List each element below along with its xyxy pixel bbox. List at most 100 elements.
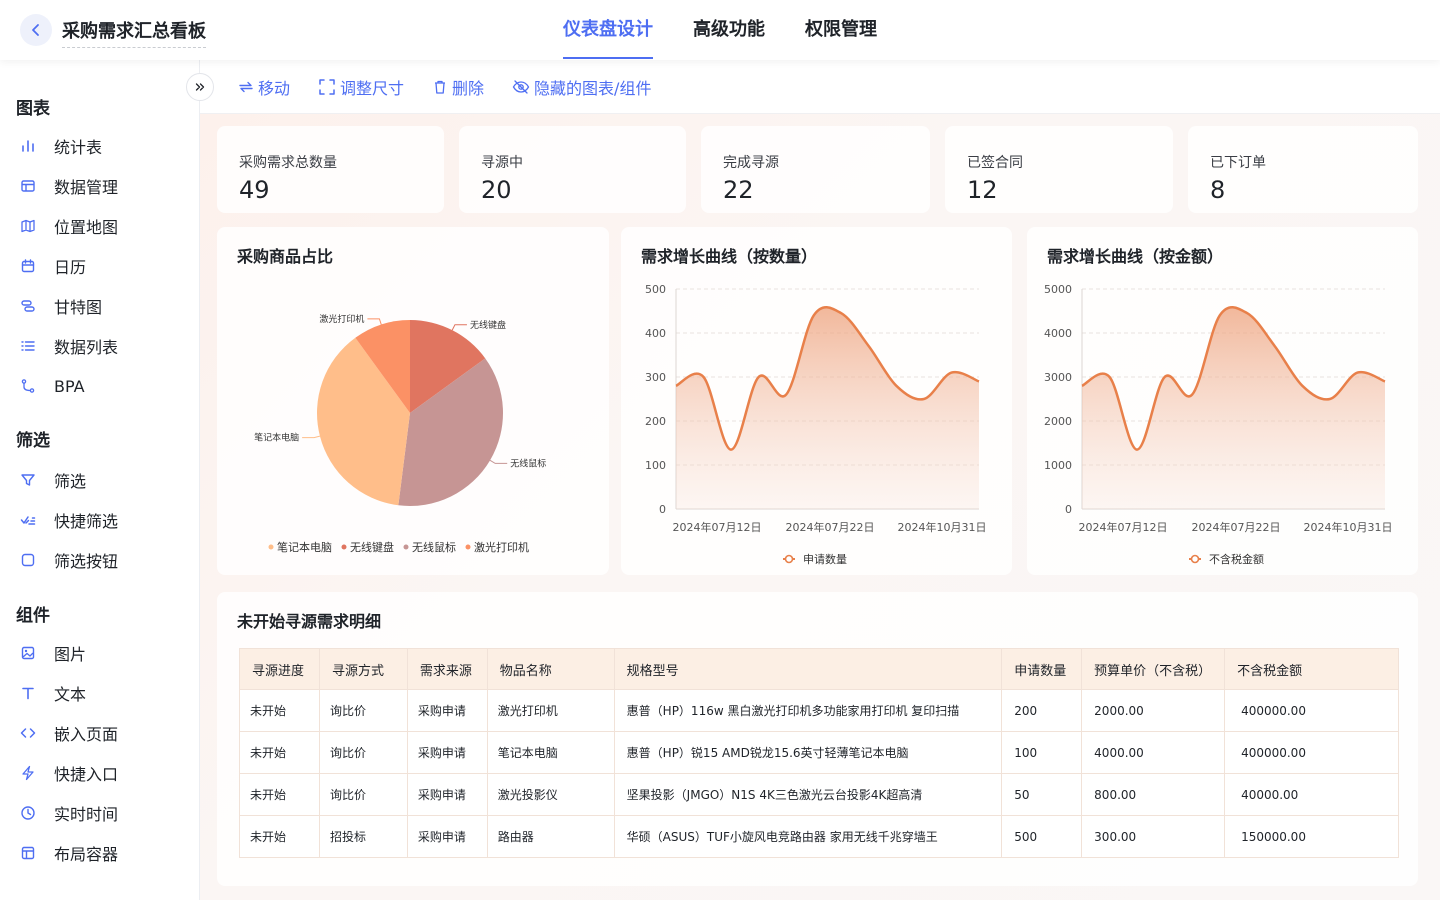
tab-dashboard-design[interactable]: 仪表盘设计	[543, 0, 673, 60]
column-header[interactable]: 寻源进度	[239, 648, 320, 690]
table-cell: 华硕（ASUS）TUF小旋风电竞路由器 家用无线千兆穿墙王	[613, 815, 1003, 858]
sidebar-item-label: 快捷入口	[54, 765, 119, 784]
sidebar-item-label: 快捷筛选	[54, 512, 119, 531]
sidebar-item-realtime[interactable]: 实时时间	[16, 793, 186, 833]
column-header[interactable]: 规格型号	[613, 648, 1003, 690]
column-header[interactable]: 寻源方式	[318, 648, 408, 690]
line-chart-amount: 0 1000 2000 3000 4000 5000 2024年07月12日 2024年07月…	[1044, 283, 1393, 566]
table-cell: 招投标	[318, 815, 408, 858]
line-chart-quantity: 0 100 200 300 400 500 2024年07月12日 2024年07月22日 20…	[645, 283, 987, 566]
legend-label[interactable]: 不含税金额	[1209, 552, 1264, 566]
sidebar-item-embed-page[interactable]: 嵌入页面	[16, 713, 186, 753]
pie-chart: 无线键盘无线鼠标笔记本电脑激光打印机笔记本电脑 无线键盘 无线鼠标 激光打印机	[254, 313, 546, 554]
legend-label[interactable]: 无线鼠标	[412, 540, 456, 554]
pie-label-line	[451, 324, 467, 331]
move-button[interactable]: 移动	[238, 75, 290, 99]
pie-chart-card[interactable]: 采购商品占比 无线键盘 无线鼠标 笔记本电脑 激光打印机 笔记本电脑 无线键盘 无线鼠标 激光…	[217, 227, 609, 575]
sidebar-item-layout[interactable]: 布局容器	[16, 833, 186, 873]
column-header[interactable]: 预算单价（不含税）	[1081, 648, 1226, 690]
delete-button[interactable]: 删除	[432, 75, 484, 99]
table-cell: 询比价	[318, 689, 408, 732]
area-fill	[676, 307, 979, 509]
line-chart-card-quantity[interactable]: 需求增长曲线（按数量） 0 100 200 300 400 500 2024年07月12日 2…	[621, 227, 1012, 575]
sidebar-item-location-map[interactable]: 位置地图	[16, 206, 186, 246]
legend-marker	[784, 554, 794, 564]
chevron-left-icon	[32, 24, 39, 36]
map-icon	[16, 214, 40, 238]
table-cell: 400000.00	[1224, 731, 1399, 774]
legend-label[interactable]: 笔记本电脑	[277, 540, 332, 554]
double-chevron-right-icon	[195, 83, 205, 91]
sidebar-item-gantt[interactable]: 甘特图	[16, 286, 186, 326]
legend-label[interactable]: 无线键盘	[350, 540, 394, 554]
column-header[interactable]: 需求来源	[406, 648, 488, 690]
sidebar-item-quick-filter[interactable]: 快捷筛选	[16, 500, 186, 540]
legend-label[interactable]: 申请数量	[803, 553, 847, 566]
hidden-components-button[interactable]: 隐藏的图表/组件	[512, 75, 651, 99]
layout-icon	[16, 841, 40, 865]
list-icon	[16, 334, 40, 358]
sidebar-item-label: 位置地图	[54, 218, 119, 237]
table-icon	[16, 174, 40, 198]
table-row[interactable]: 未开始 招投标 采购申请 路由器 华硕（ASUS）TUF小旋风电竞路由器 家用无…	[239, 815, 1399, 858]
tab-advanced[interactable]: 高级功能	[673, 0, 785, 60]
sidebar-item-calendar[interactable]: 日历	[16, 246, 186, 286]
quick-filter-icon	[16, 508, 40, 532]
page-title[interactable]: 采购需求汇总看板	[62, 17, 206, 48]
sidebar-item-filter[interactable]: 筛选	[16, 460, 186, 500]
table-cell: 路由器	[486, 815, 615, 858]
filter-icon	[16, 468, 40, 492]
pie-slice-label: 激光打印机	[319, 313, 364, 325]
edit-toolbar: 移动 调整尺寸 删除 隐藏的图表/组件	[200, 60, 1440, 114]
pie-slice-label: 笔记本电脑	[254, 432, 299, 444]
tab-permissions[interactable]: 权限管理	[785, 0, 897, 60]
table-cell: 800.00	[1081, 773, 1226, 816]
table-cell: 惠普（HP）锐15 AMD锐龙15.6英寸轻薄笔记本电脑	[613, 731, 1003, 774]
stat-card-contracted[interactable]: 已签合同 12	[945, 126, 1173, 213]
table-row[interactable]: 未开始 询比价 采购申请 激光投影仪 坚果投影（JMGO）N1S 4K三色激光云…	[239, 773, 1399, 816]
sidebar-item-bpa[interactable]: BPA	[16, 366, 186, 406]
table-cell: 150000.00	[1224, 815, 1399, 858]
resize-button[interactable]: 调整尺寸	[318, 75, 404, 99]
legend-label[interactable]: 激光打印机	[474, 540, 529, 554]
stat-card-total[interactable]: 采购需求总数量 49	[217, 126, 444, 213]
table-cell: 300.00	[1081, 815, 1226, 858]
square-icon	[16, 548, 40, 572]
stat-label: 完成寻源	[723, 155, 779, 171]
table-cell: 200	[1001, 689, 1083, 732]
sidebar-item-data-management[interactable]: 数据管理	[16, 166, 186, 206]
y-tick-label: 0	[1065, 503, 1072, 516]
sidebar-item-label: 图片	[54, 645, 87, 664]
y-tick-label: 400	[645, 327, 666, 340]
sidebar-item-image[interactable]: 图片	[16, 633, 186, 673]
x-tick-label: 2024年07月12日	[1079, 520, 1168, 534]
text-icon	[16, 681, 40, 705]
stat-card-ordered[interactable]: 已下订单 8	[1188, 126, 1418, 213]
image-icon	[16, 641, 40, 665]
line-chart-card-amount[interactable]: 需求增长曲线（按金额） 0 1000 2000 3000 4000 5000 2024年07…	[1027, 227, 1418, 575]
table-cell: 2000.00	[1081, 689, 1226, 732]
stat-card-sourced[interactable]: 完成寻源 22	[701, 126, 930, 213]
column-header[interactable]: 申请数量	[1001, 648, 1083, 690]
sidebar-item-shortcut[interactable]: 快捷入口	[16, 753, 186, 793]
table-row[interactable]: 未开始 询比价 采购申请 激光打印机 惠普（HP）116w 黑白激光打印机多功能…	[239, 689, 1399, 732]
sidebar-item-stat-table[interactable]: 统计表	[16, 126, 186, 166]
table-card[interactable]: 未开始寻源需求明细 寻源进度 寻源方式 需求来源 物品名称 规格型号 申请数量 …	[217, 592, 1418, 886]
sidebar-item-label: 嵌入页面	[54, 725, 119, 744]
x-tick-label: 2024年10月31日	[898, 520, 987, 534]
column-header[interactable]: 不含税金额	[1224, 648, 1399, 690]
table-cell: 未开始	[239, 773, 320, 816]
sidebar-item-text[interactable]: 文本	[16, 673, 186, 713]
column-header[interactable]: 物品名称	[486, 648, 615, 690]
sidebar-item-filter-button[interactable]: 筛选按钮	[16, 540, 186, 580]
sidebar-toggle-button[interactable]	[186, 73, 214, 101]
stat-card-sourcing[interactable]: 寻源中 20	[459, 126, 686, 213]
pie-slice-label: 无线键盘	[470, 319, 506, 331]
table-header-row: 寻源进度 寻源方式 需求来源 物品名称 规格型号 申请数量 预算单价（不含税） …	[239, 648, 1399, 690]
sidebar-item-label: 文本	[54, 685, 87, 704]
table-row[interactable]: 未开始 询比价 采购申请 笔记本电脑 惠普（HP）锐15 AMD锐龙15.6英寸…	[239, 731, 1399, 774]
move-label: 移动	[258, 78, 291, 98]
sidebar-item-data-list[interactable]: 数据列表	[16, 326, 186, 366]
card-title: 未开始寻源需求明细	[237, 612, 382, 631]
back-button[interactable]	[20, 14, 52, 46]
